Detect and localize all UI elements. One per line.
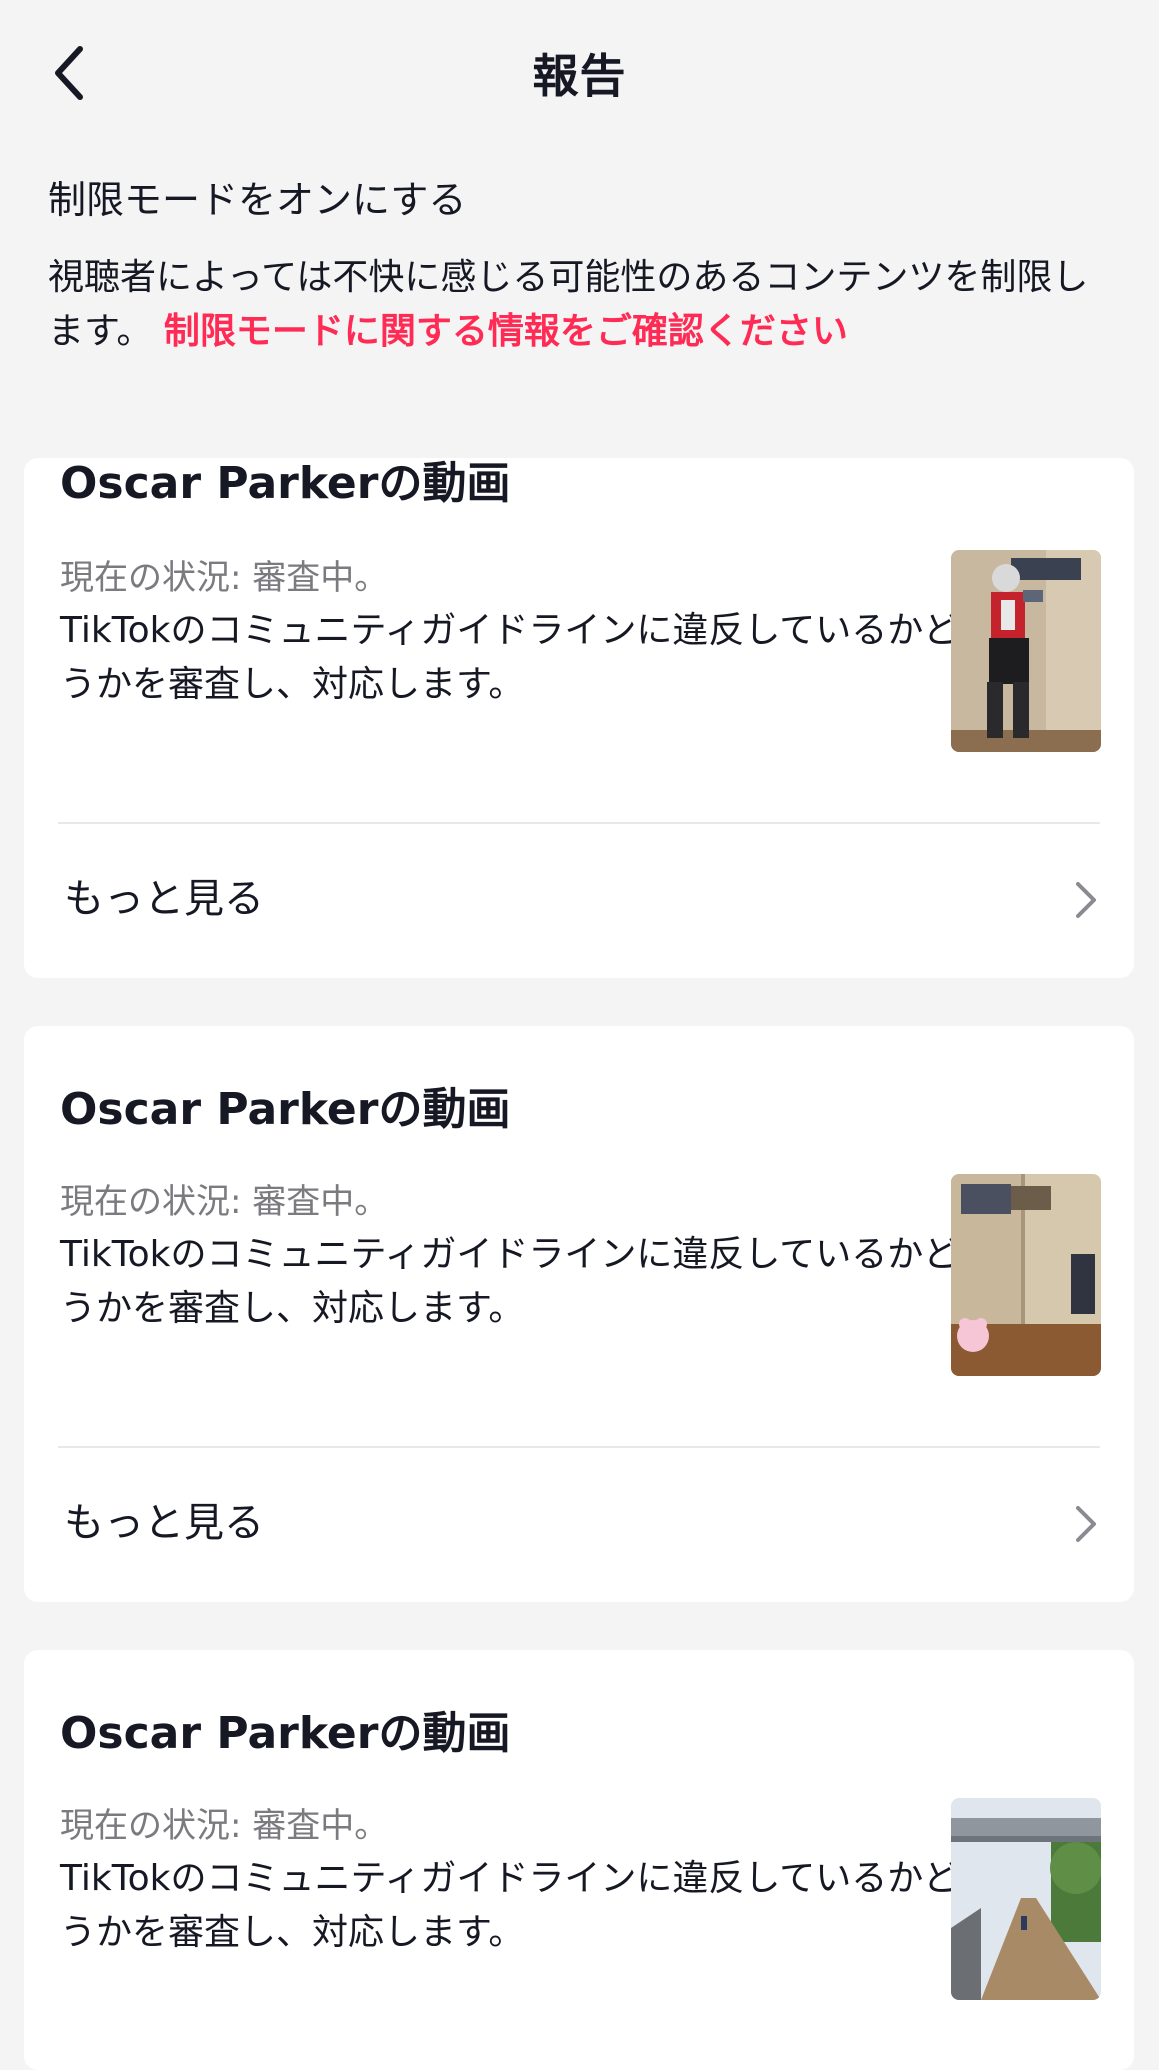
page-title: 報告	[532, 49, 627, 103]
see-more-row[interactable]: もっと見る	[24, 1448, 1134, 1598]
video-thumbnail[interactable]	[951, 1798, 1101, 2000]
see-more-row[interactable]: もっと見る	[24, 824, 1134, 974]
video-thumbnail[interactable]	[951, 550, 1101, 752]
restricted-mode-section: 制限モードをオンにする 視聴者によっては不快に感じる可能性のあるコンテンツを制限…	[48, 175, 1118, 359]
header: 報告	[0, 0, 1159, 140]
report-status: 現在の状況: 審査中。	[60, 558, 389, 598]
chevron-right-icon	[1076, 882, 1096, 918]
report-card: Oscar Parkerの動画 現在の状況: 審査中。 TikTokのコミュニテ…	[24, 458, 1134, 978]
video-thumbnail[interactable]	[951, 1174, 1101, 1376]
report-title: Oscar Parkerの動画	[60, 1084, 511, 1135]
report-status: 現在の状況: 審査中。	[60, 1182, 389, 1222]
see-more-label: もっと見る	[64, 876, 264, 922]
see-more-label: もっと見る	[64, 1500, 264, 1546]
video-thumbnail-image	[951, 1798, 1101, 2000]
report-card: Oscar Parkerの動画 現在の状況: 審査中。 TikTokのコミュニテ…	[24, 1650, 1134, 2070]
restricted-mode-description: 視聴者によっては不快に感じる可能性のあるコンテンツを制限します。 制限モードに関…	[48, 251, 1118, 359]
restricted-mode-toggle-label[interactable]: 制限モードをオンにする	[48, 175, 1118, 225]
chevron-right-icon	[1076, 1506, 1096, 1542]
report-description: TikTokのコミュニティガイドラインに違反しているかどうかを審査し、対応します…	[60, 1234, 960, 1329]
report-title: Oscar Parkerの動画	[60, 1708, 511, 1759]
report-title: Oscar Parkerの動画	[60, 458, 511, 509]
report-status: 現在の状況: 審査中。	[60, 1806, 389, 1846]
restricted-mode-info-link[interactable]: 制限モードに関する情報をご確認ください	[164, 311, 848, 352]
video-thumbnail-image	[951, 1174, 1101, 1376]
report-card: Oscar Parkerの動画 現在の状況: 審査中。 TikTokのコミュニテ…	[24, 1026, 1134, 1602]
report-description: TikTokのコミュニティガイドラインに違反しているかどうかを審査し、対応します…	[60, 1858, 960, 1953]
report-description: TikTokのコミュニティガイドラインに違反しているかどうかを審査し、対応します…	[60, 610, 960, 705]
video-thumbnail-image	[951, 550, 1101, 752]
